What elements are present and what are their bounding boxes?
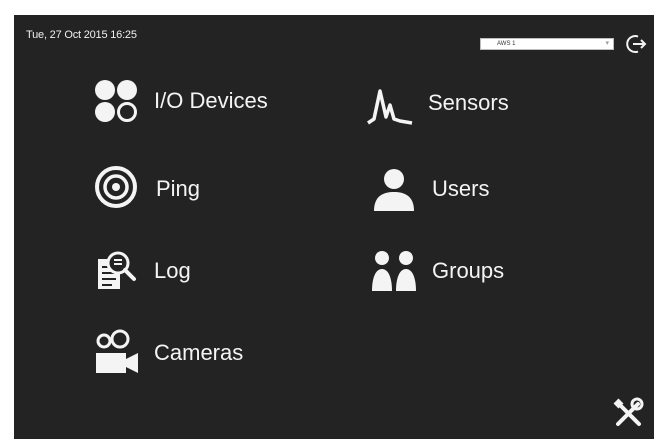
datetime-display: Tue, 27 Oct 2015 16:25: [26, 29, 137, 41]
ping-icon: [95, 166, 137, 208]
ping-button[interactable]: Ping: [94, 165, 200, 213]
log-button[interactable]: Log: [92, 247, 191, 295]
io-devices-icon: [95, 80, 137, 122]
home-screen: Tue, 27 Oct 2015 16:25 AWS 1 ▾ I/O Devic…: [14, 15, 654, 439]
users-button[interactable]: Users: [370, 165, 489, 213]
io-devices-label: I/O Devices: [154, 88, 268, 113]
groups-label: Groups: [432, 258, 505, 283]
groups-icon: [372, 251, 416, 291]
io-devices-button[interactable]: I/O Devices: [92, 77, 268, 125]
cameras-icon: [96, 329, 138, 373]
users-icon: [374, 169, 414, 211]
site-selector[interactable]: AWS 1 ▾: [480, 38, 614, 50]
chevron-down-icon: ▾: [605, 40, 609, 47]
settings-tools-button[interactable]: [612, 397, 644, 429]
log-label: Log: [154, 258, 191, 283]
groups-button[interactable]: Groups: [370, 247, 504, 295]
site-selector-value: AWS 1: [497, 41, 516, 47]
sensors-button[interactable]: Sensors: [366, 79, 509, 127]
logout-icon: [626, 35, 647, 53]
logout-button[interactable]: [624, 32, 648, 56]
log-icon: [98, 251, 136, 289]
sensors-icon: [367, 89, 413, 125]
cameras-label: Cameras: [154, 340, 244, 365]
tools-icon: [613, 397, 644, 426]
ping-label: Ping: [156, 176, 201, 201]
cameras-button[interactable]: Cameras: [92, 329, 243, 377]
users-label: Users: [432, 176, 490, 201]
sensors-label: Sensors: [428, 90, 509, 115]
